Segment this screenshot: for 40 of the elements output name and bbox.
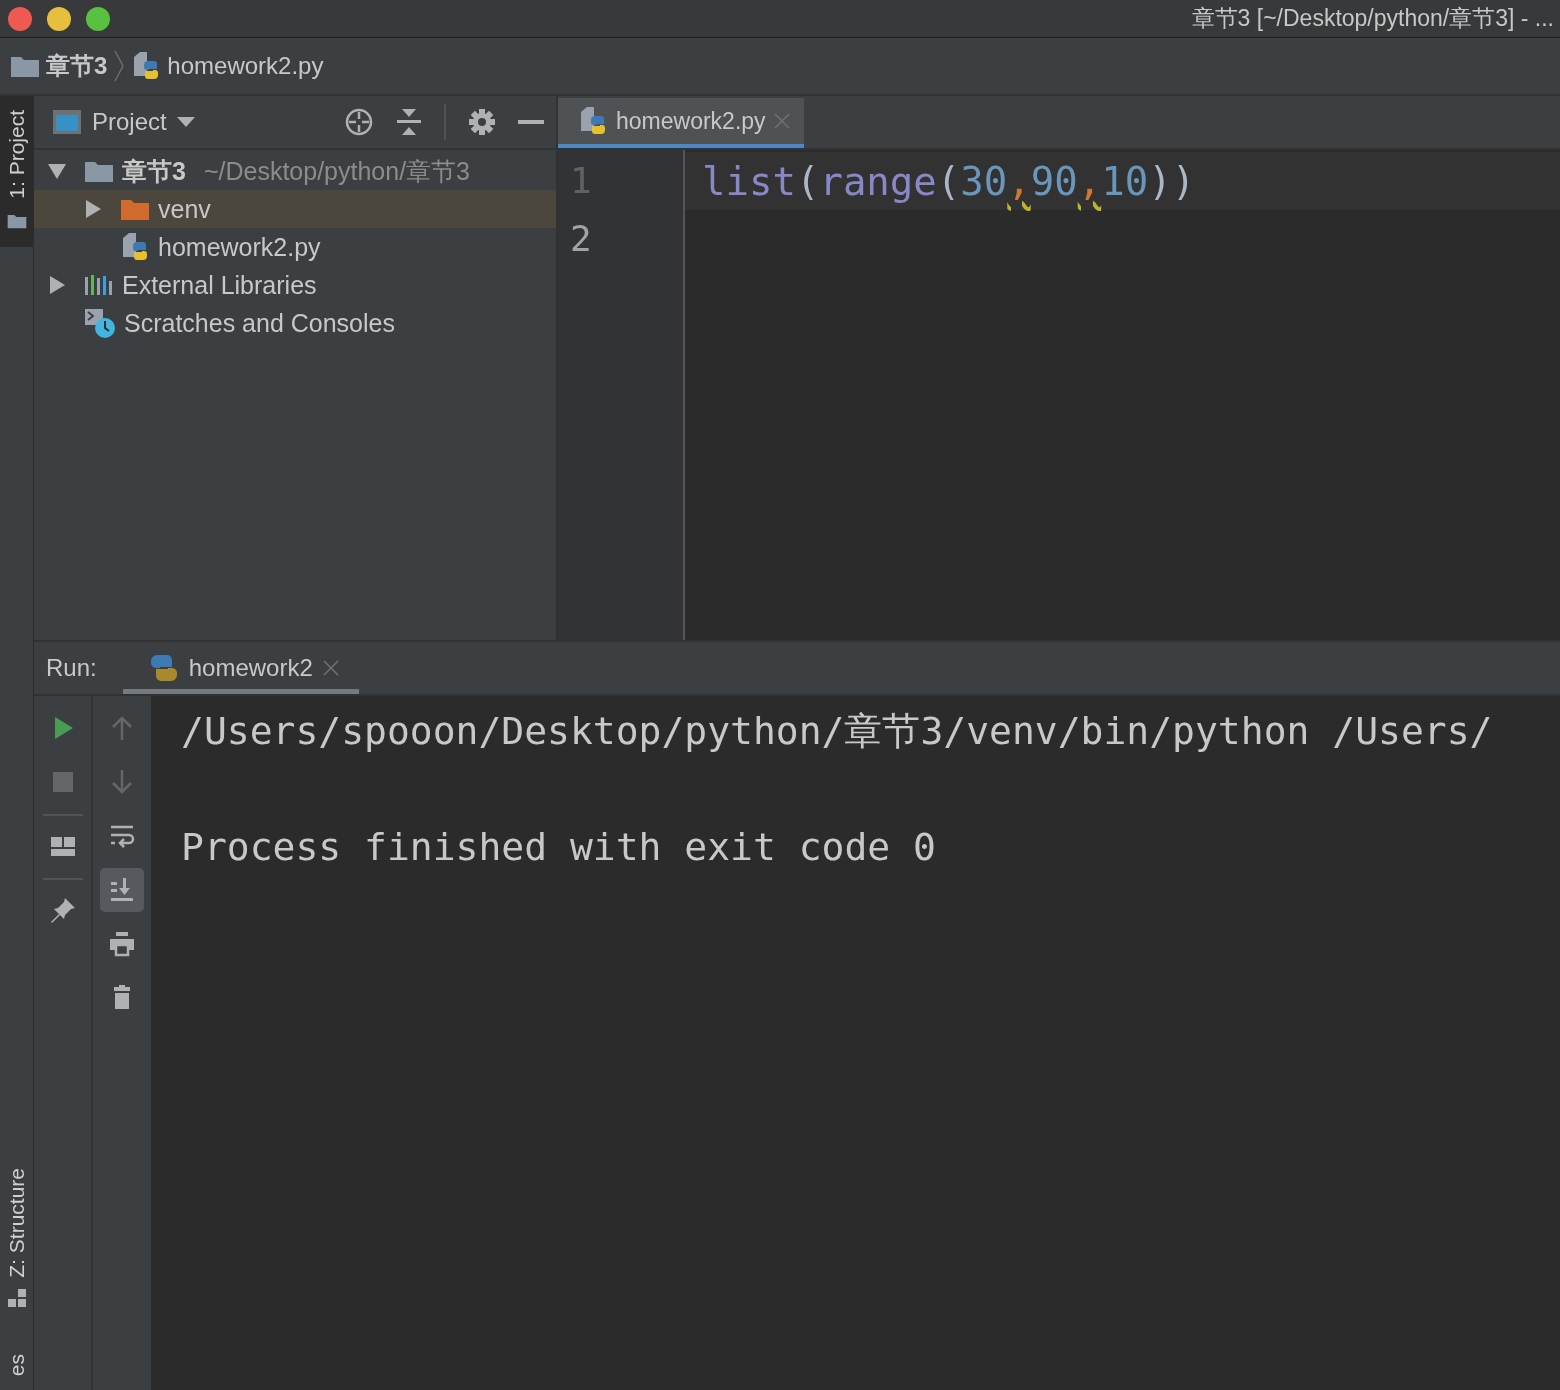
breadcrumb-item[interactable]: 章节3 (10, 50, 108, 82)
tool-window-button[interactable]: es (0, 1339, 33, 1390)
expanded-arrow-icon[interactable] (48, 162, 66, 180)
tool-window-button[interactable]: 1: Project (0, 96, 33, 247)
scroll-to-end-button[interactable] (100, 868, 144, 912)
console-line: Process finished with exit code 0 (181, 824, 937, 871)
breadcrumb-item[interactable]: homework2.py (131, 51, 324, 81)
caret-icon (176, 117, 195, 127)
python-logo-icon (148, 653, 179, 683)
tree-item[interactable]: venv (34, 190, 556, 228)
folder-icon (10, 54, 40, 78)
structure-icon (6, 1287, 27, 1308)
collapsed-arrow-icon[interactable] (84, 200, 102, 218)
tree-item[interactable]: homework2.py (34, 228, 556, 266)
folder-icon (84, 159, 114, 183)
tree-item[interactable]: 章节3 ~/Desktop/python/章节3 (34, 152, 556, 190)
tree-item[interactable]: External Libraries (34, 266, 556, 304)
zoom-window-button[interactable] (86, 6, 110, 31)
editor-tab[interactable]: homework2.py (558, 98, 804, 148)
console-line: /Users/spooon/Desktop/python/章节3/venv/bin/python /Users/ (181, 708, 1494, 755)
crosshair-icon[interactable] (344, 107, 374, 137)
terminal-clock-icon (84, 307, 116, 339)
close-window-button[interactable] (8, 6, 32, 31)
chevron-icon (113, 49, 126, 83)
window-title: 章节3 [~/Desktop/python/章节3] - ... (1191, 4, 1555, 33)
collapse-icon[interactable] (396, 107, 422, 137)
python-file-icon (120, 232, 150, 262)
collapsed-arrow-icon[interactable] (48, 276, 66, 294)
path-hint: ~/Desktop/python/章节3 (203, 155, 471, 187)
tree-item[interactable]: Scratches and Consoles (34, 304, 556, 342)
run-label: Run: (46, 654, 97, 682)
tool-window-button[interactable]: Z: Structure (0, 1154, 33, 1322)
python-file-icon (578, 106, 608, 136)
line-number: 2 (569, 217, 593, 261)
folder-icon (120, 197, 150, 221)
bar-columns-icon (84, 273, 114, 297)
code-line: list(range(30,90,10)) (701, 158, 1196, 204)
window-icon (52, 109, 82, 135)
minimize-window-button[interactable] (47, 6, 71, 31)
view-dropdown[interactable]: Project (52, 108, 195, 136)
